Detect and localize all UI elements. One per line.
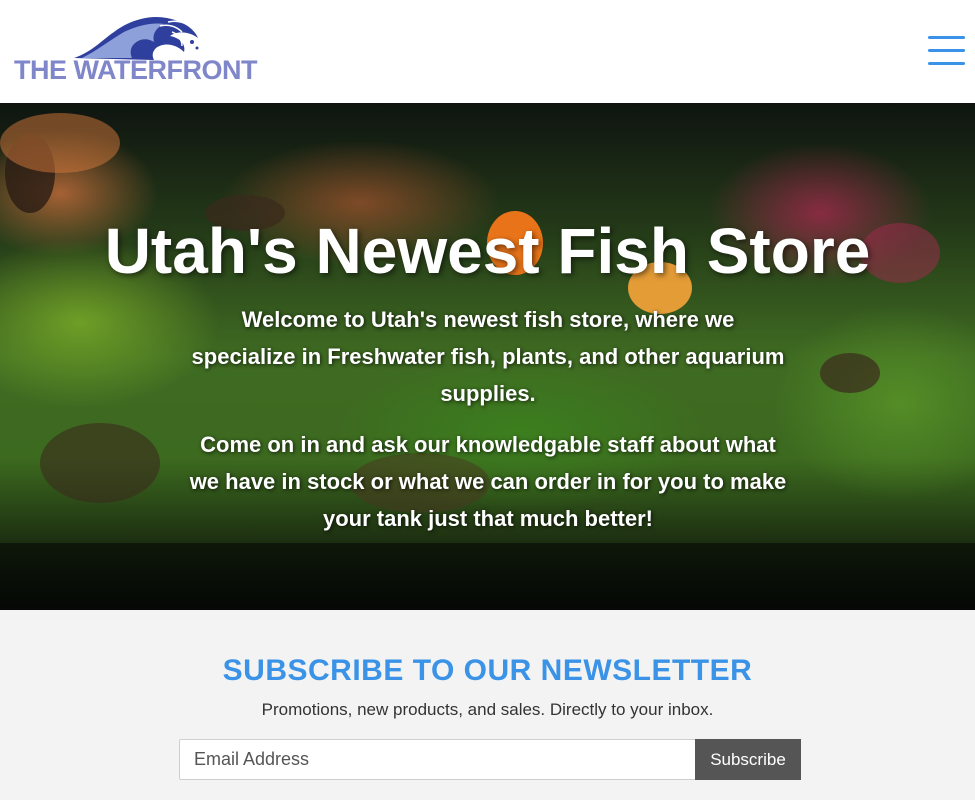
- site-logo[interactable]: THE WATERFRONT: [14, 12, 257, 85]
- newsletter-subtitle: Promotions, new products, and sales. Dir…: [261, 700, 714, 719]
- hero-banner: Utah's Newest Fish Store Welcome to Utah…: [0, 103, 975, 610]
- hero-staff-text: Come on in and ask our knowledgable staf…: [189, 432, 787, 531]
- logo-text: THE WATERFRONT: [14, 55, 257, 85]
- site-header: THE WATERFRONT: [0, 0, 975, 103]
- email-input[interactable]: [179, 739, 695, 780]
- newsletter-form: Subscribe: [179, 739, 801, 780]
- newsletter-title: SUBSCRIBE TO OUR NEWSLETTER: [222, 654, 753, 687]
- hamburger-menu-icon[interactable]: [928, 36, 965, 65]
- wave-logo-icon: [74, 16, 199, 60]
- subscribe-button[interactable]: Subscribe: [695, 739, 801, 780]
- menu-bar: [928, 36, 965, 39]
- menu-bar: [928, 62, 965, 65]
- hero-intro-text: Welcome to Utah's newest fish store, whe…: [191, 307, 785, 406]
- menu-bar: [928, 49, 965, 52]
- hero-title: Utah's Newest Fish Store: [104, 215, 871, 287]
- newsletter-section: SUBSCRIBE TO OUR NEWSLETTER Promotions, …: [0, 610, 975, 800]
